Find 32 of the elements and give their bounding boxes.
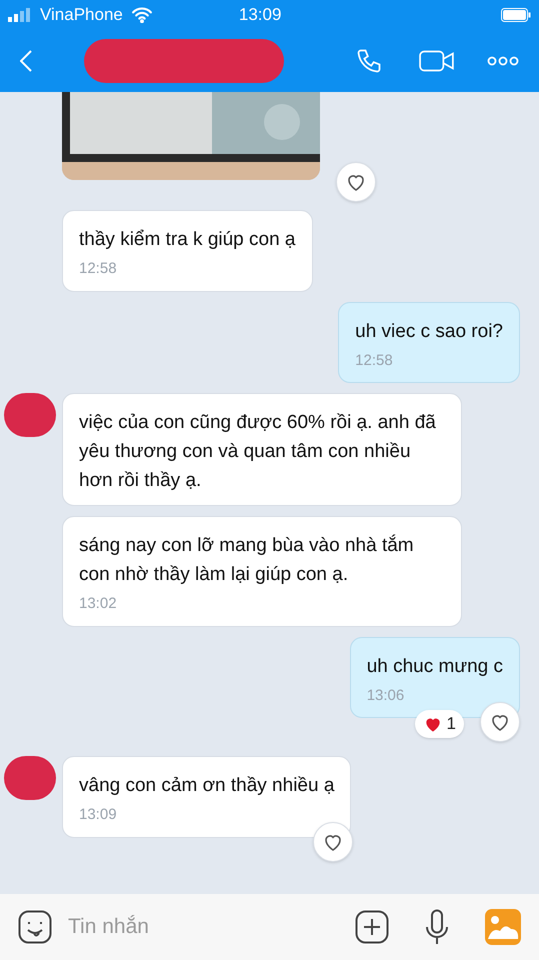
add-button[interactable] xyxy=(355,910,389,944)
message-text: việc của con cũng được 60% rồi ạ. anh đã yêu thương con và quan tâm con nhiều hơn rồi thầy ạ. xyxy=(79,411,437,493)
status-time: 13:09 xyxy=(238,4,282,26)
like-button[interactable] xyxy=(313,822,354,862)
plus-icon xyxy=(355,910,389,944)
wifi-icon xyxy=(130,7,153,23)
battery-icon xyxy=(501,8,531,22)
message-input[interactable]: Tin nhắn xyxy=(68,911,318,943)
back-icon xyxy=(20,49,32,73)
voice-button[interactable] xyxy=(425,909,449,945)
sticker-button[interactable] xyxy=(18,910,52,944)
more-icon xyxy=(487,55,519,67)
reaction-count: 1 xyxy=(446,713,456,736)
message-time: 13:09 xyxy=(79,805,118,825)
message-text: uh viec c sao roi? xyxy=(355,320,503,344)
message-text: sáng nay con lỡ mang bùa vào nhà tắm con nhờ thầy làm lại giúp con ạ. xyxy=(79,534,415,587)
message-time: 12:58 xyxy=(355,350,394,370)
smiley-icon xyxy=(18,910,52,944)
image-icon xyxy=(485,909,521,945)
phone-icon xyxy=(355,47,383,75)
message-time: 12:58 xyxy=(79,259,118,279)
message-text: uh chuc mưng c xyxy=(366,654,503,678)
like-button[interactable] xyxy=(480,702,520,742)
microphone-icon xyxy=(425,909,449,945)
message-text: thầy kiểm tra k giúp con ạ xyxy=(79,228,296,252)
reaction-badge[interactable]: 1 xyxy=(414,710,464,738)
message-time: 13:02 xyxy=(79,594,118,614)
message-time: 13:06 xyxy=(366,686,406,706)
like-button[interactable] xyxy=(336,162,376,202)
signal-icon xyxy=(8,8,32,22)
carrier-name: VinaPhone xyxy=(40,4,123,26)
message-text: vâng con cảm ơn thầy nhiều ạ xyxy=(79,774,334,798)
